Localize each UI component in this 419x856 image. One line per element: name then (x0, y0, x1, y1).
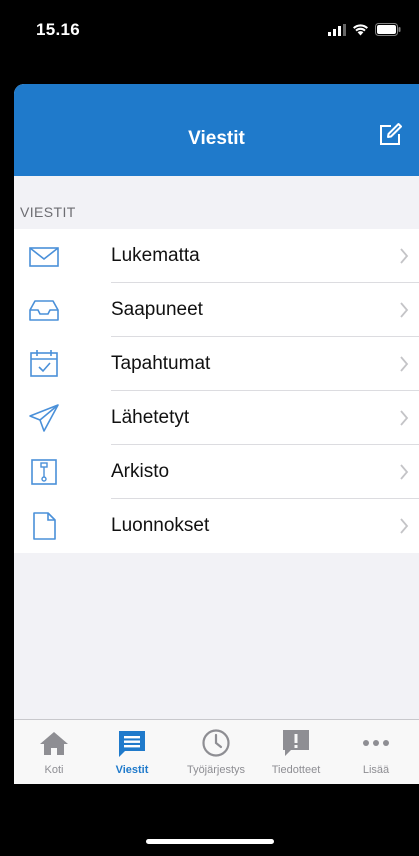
folder-row-lukematta[interactable]: Lukematta (14, 229, 419, 283)
battery-icon (375, 23, 401, 36)
compose-button[interactable] (375, 120, 405, 150)
envelope-icon (29, 247, 59, 267)
tab-label: Lisää (362, 764, 390, 776)
archive-icon (31, 459, 57, 485)
tab-lisaa[interactable]: Lisää (338, 720, 414, 784)
tab-tyojarjestys[interactable]: Työjärjestys (178, 720, 254, 784)
folder-row-tapahtumat[interactable]: Tapahtumat (14, 337, 419, 391)
more-icon (363, 740, 389, 746)
status-bar: 15.16 (0, 0, 419, 84)
folder-label: Lähetetyt (111, 407, 190, 428)
status-icons (328, 23, 401, 36)
tab-label: Tiedotteet (271, 764, 321, 776)
calendar-check-icon (30, 350, 58, 377)
app-sheet: Viestit VIESTIT Lukematta Saapuneet Tapa… (14, 84, 419, 784)
folder-label: Arkisto (111, 461, 170, 482)
document-icon (33, 512, 56, 540)
announcement-icon (283, 730, 309, 756)
messages-icon (119, 731, 145, 757)
folder-row-lahetetyt[interactable]: Lähetetyt (14, 391, 419, 445)
folder-label: Lukematta (111, 245, 200, 266)
page-title: Viestit (188, 128, 245, 149)
tab-koti[interactable]: Koti (16, 720, 92, 784)
wifi-icon (353, 24, 368, 36)
tab-tiedotteet[interactable]: Tiedotteet (258, 720, 334, 784)
folder-label: Tapahtumat (111, 353, 211, 374)
folder-list: Lukematta Saapuneet Tapahtumat Lähetetyt… (14, 229, 419, 553)
chevron-right-icon (400, 464, 409, 480)
home-icon (40, 732, 68, 755)
folder-row-arkisto[interactable]: Arkisto (14, 445, 419, 499)
tab-label: Työjärjestys (186, 764, 246, 776)
chevron-right-icon (400, 248, 409, 264)
clock-icon (202, 729, 230, 757)
chevron-right-icon (400, 356, 409, 372)
paper-plane-icon (29, 404, 59, 432)
chevron-right-icon (400, 410, 409, 426)
home-indicator[interactable] (146, 839, 274, 844)
chevron-right-icon (400, 302, 409, 318)
compose-icon (380, 123, 402, 145)
section-header: VIESTIT (20, 204, 76, 220)
tab-bar: Koti Viestit Työjärjestys Tiedotteet Lis… (14, 719, 419, 784)
folder-row-luonnokset[interactable]: Luonnokset (14, 499, 419, 553)
folder-row-saapuneet[interactable]: Saapuneet (14, 283, 419, 337)
folder-label: Luonnokset (111, 515, 210, 536)
status-time: 15.16 (36, 20, 81, 39)
tab-label: Koti (44, 764, 64, 776)
phone-screen: 15.16 Viestit VIESTIT Lukematta Saapunee… (0, 0, 419, 856)
chevron-right-icon (400, 518, 409, 534)
tab-viestit[interactable]: Viestit (94, 720, 170, 784)
folder-label: Saapuneet (111, 299, 203, 320)
signal-icon (328, 23, 346, 36)
navbar: Viestit (14, 84, 419, 176)
tab-label: Viestit (115, 764, 149, 776)
inbox-icon (29, 300, 59, 321)
